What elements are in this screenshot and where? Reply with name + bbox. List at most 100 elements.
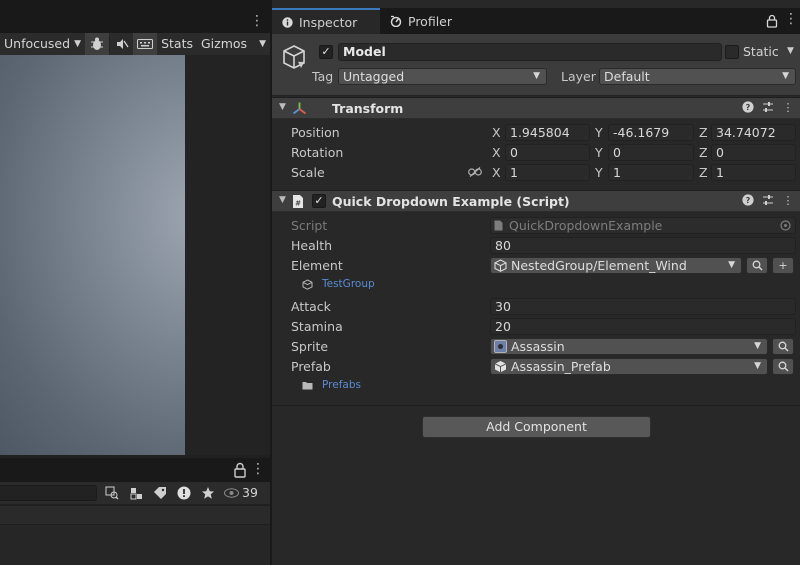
prefab-dropdown-value: Assassin_Prefab: [511, 359, 611, 374]
script-file-icon: [494, 220, 503, 231]
label-tag-icon[interactable]: [148, 482, 172, 504]
search-by-type-icon[interactable]: [100, 482, 124, 504]
svg-text:?: ?: [746, 196, 751, 205]
sprite-search-button[interactable]: [772, 338, 794, 355]
rotation-z-label: Z: [699, 145, 708, 160]
layer-dropdown[interactable]: Default ▼: [599, 68, 796, 85]
scale-z-field[interactable]: 1: [711, 164, 796, 181]
chevron-down-icon[interactable]: ▼: [298, 60, 304, 69]
visibility-count[interactable]: 39: [220, 482, 262, 504]
favorite-star-icon[interactable]: [196, 482, 220, 504]
static-checkbox[interactable]: [725, 45, 739, 59]
layer-label: Layer: [561, 69, 596, 84]
rotation-y-label: Y: [595, 145, 603, 160]
rotation-y-field[interactable]: 0: [608, 144, 694, 161]
position-x-label: X: [492, 125, 501, 140]
stats-button[interactable]: Stats: [157, 33, 197, 55]
tag-dropdown-value: Untagged: [343, 69, 405, 84]
script-enabled-checkbox[interactable]: ✓: [312, 194, 326, 208]
constrain-proportions-icon[interactable]: [468, 167, 482, 177]
health-field[interactable]: 80: [490, 237, 796, 254]
group-cube-icon: [302, 278, 313, 290]
scene-empty-area: [185, 55, 270, 455]
transform-header[interactable]: ▼ Transform ? ⋮: [272, 97, 800, 119]
position-x-field[interactable]: 1.945804: [505, 124, 590, 141]
project-search-input[interactable]: [0, 485, 97, 501]
component-menu-icon[interactable]: ⋮: [781, 101, 795, 115]
rotation-x-field[interactable]: 0: [505, 144, 590, 161]
script-component-header[interactable]: ▼ # ✓ Quick Dropdown Example (Script) ? …: [272, 190, 800, 212]
inspector-panel: Inspector Profiler ⋮ ▼ ✓ Model Static ▼ …: [272, 0, 800, 565]
chevron-down-icon: ▼: [728, 260, 735, 270]
filter-by-type-icon[interactable]: [124, 482, 148, 504]
project-more-icon[interactable]: ⋮: [251, 461, 265, 477]
scene-viewport[interactable]: [0, 55, 185, 455]
prefab-folder-link[interactable]: Prefabs: [302, 379, 361, 391]
sprite-icon: [494, 340, 507, 353]
script-file-icon: #: [293, 195, 303, 208]
rotation-z-field[interactable]: 0: [711, 144, 796, 161]
gizmos-button[interactable]: Gizmos ▼: [197, 33, 270, 55]
scale-y-field[interactable]: 1: [608, 164, 694, 181]
focus-dropdown[interactable]: Unfocused ▼: [0, 33, 85, 55]
info-icon: [282, 16, 293, 28]
scale-x-field[interactable]: 1: [505, 164, 590, 181]
position-label: Position: [291, 125, 340, 140]
sprite-dropdown-value: Assassin: [511, 339, 565, 354]
tag-label: Tag: [312, 69, 334, 84]
preset-sliders-icon[interactable]: [761, 194, 775, 208]
preset-sliders-icon[interactable]: [761, 101, 775, 115]
project-toolbar: 39: [0, 482, 270, 504]
keyboard-icon[interactable]: [133, 33, 158, 55]
tag-dropdown[interactable]: Untagged ▼: [338, 68, 547, 85]
rotation-label: Rotation: [291, 145, 344, 160]
script-reference-value: QuickDropdownExample: [509, 218, 663, 233]
scene-panel: ⋮ Unfocused ▼ Stats Gizmos ▼ ⋮ 39: [0, 0, 270, 565]
attack-field[interactable]: 30: [490, 298, 796, 315]
stamina-field[interactable]: 20: [490, 318, 796, 335]
scale-y-label: Y: [595, 165, 603, 180]
search-icon: [752, 260, 762, 271]
gameobject-cube-icon[interactable]: [279, 42, 309, 72]
component-divider: [272, 405, 800, 406]
tab-profiler-label: Profiler: [408, 13, 453, 29]
scale-z-label: Z: [699, 165, 708, 180]
scene-toolbar-row: Unfocused ▼ Stats Gizmos ▼: [0, 33, 270, 55]
warning-filter-icon[interactable]: [172, 482, 196, 504]
component-menu-icon[interactable]: ⋮: [781, 194, 795, 208]
element-dropdown-value: NestedGroup/Element_Wind: [511, 258, 687, 273]
sprite-dropdown[interactable]: Assassin ▼: [490, 338, 768, 355]
audio-mute-icon[interactable]: [110, 33, 134, 55]
chevron-down-icon[interactable]: ▼: [787, 46, 794, 56]
help-icon[interactable]: ?: [741, 101, 755, 115]
active-checkbox[interactable]: ✓: [319, 45, 333, 59]
prefab-dropdown[interactable]: Assassin_Prefab ▼: [490, 358, 768, 375]
inspector-more-icon[interactable]: ⋮: [784, 11, 798, 27]
element-group-label: TestGroup: [322, 278, 375, 290]
health-label: Health: [291, 238, 333, 253]
tab-inspector-label: Inspector: [299, 14, 358, 30]
scene-more-icon[interactable]: ⋮: [250, 12, 264, 30]
fold-arrow-icon[interactable]: ▼: [279, 102, 286, 112]
object-picker-icon: [780, 220, 791, 231]
gameobject-name-field[interactable]: Model: [338, 43, 722, 61]
static-label: Static: [743, 44, 779, 59]
tab-profiler[interactable]: Profiler: [380, 8, 470, 34]
lock-icon[interactable]: [766, 14, 778, 28]
lock-icon[interactable]: [233, 462, 247, 478]
element-search-button[interactable]: [746, 257, 768, 274]
add-component-button[interactable]: Add Component: [422, 416, 651, 438]
element-dropdown[interactable]: NestedGroup/Element_Wind ▼: [490, 257, 742, 274]
script-reference-field: QuickDropdownExample: [490, 217, 796, 234]
fold-arrow-icon[interactable]: ▼: [279, 195, 286, 205]
element-add-button[interactable]: +: [772, 257, 794, 274]
help-icon[interactable]: ?: [741, 194, 755, 208]
tab-inspector[interactable]: Inspector: [272, 8, 380, 34]
chevron-down-icon: ▼: [782, 71, 789, 81]
bug-icon[interactable]: [84, 33, 109, 55]
position-y-field[interactable]: -46.1679: [608, 124, 694, 141]
element-group-link[interactable]: TestGroup: [302, 278, 375, 290]
inspector-tabbar: Inspector Profiler ⋮: [272, 8, 800, 34]
position-z-field[interactable]: 34.74072: [711, 124, 796, 141]
prefab-search-button[interactable]: [772, 358, 794, 375]
